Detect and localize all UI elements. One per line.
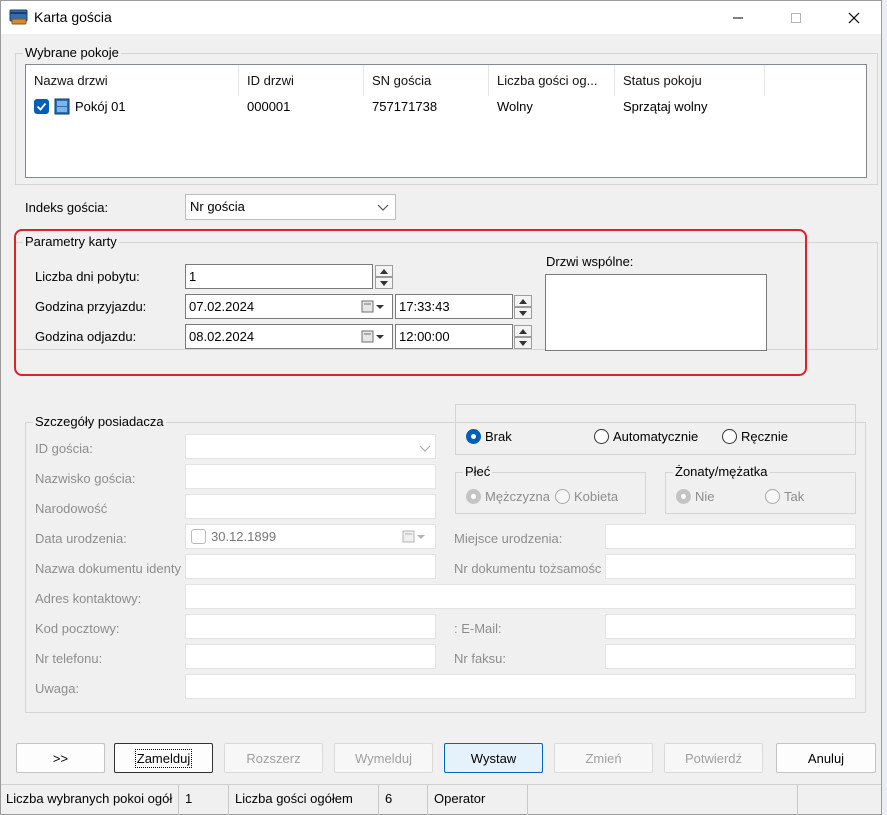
address-label: Adres kontaktowy: (35, 591, 142, 606)
cell-door-id: 000001 (247, 99, 291, 114)
nationality-label: Narodowość (35, 501, 108, 516)
window-title: Karta gościa (34, 9, 112, 25)
rooms-list-header: Nazwa drzwi ID drzwi SN gościa Liczba go… (26, 65, 866, 96)
guest-id-select (185, 434, 436, 459)
close-button[interactable] (831, 1, 877, 34)
guest-index-label: Indeks gościa: (25, 200, 109, 215)
note-label: Uwaga: (35, 681, 80, 696)
doc-name-input (185, 554, 436, 579)
row-checkbox[interactable] (34, 99, 49, 114)
cancel-button[interactable]: Anuluj (776, 743, 876, 773)
surname-input (185, 464, 436, 489)
guest-index-select[interactable]: Nr gościa (185, 194, 396, 220)
door-icon (54, 98, 70, 115)
mode-radio-none[interactable] (466, 429, 481, 444)
more-button[interactable]: >> (16, 743, 105, 773)
birth-date-checkbox (191, 529, 206, 544)
cell-guest-sn: 757171738 (372, 99, 438, 114)
change-button: Zmień (554, 743, 653, 773)
column-header-guest-sn[interactable]: SN gościa (364, 65, 489, 96)
status-total-guests-label: Liczba gości ogółem (229, 785, 379, 815)
postal-code-label: Kod pocztowy: (35, 621, 120, 636)
address-input (185, 584, 856, 609)
gender-title: Płeć (463, 464, 493, 479)
birth-date-value: 30.12.1899 (211, 529, 277, 544)
status-total-guests-value: 6 (379, 785, 428, 815)
status-selected-rooms-label: Liczba wybranych pokoi ogół (1, 785, 179, 815)
birth-place-input (605, 524, 856, 549)
cell-guest-count: Wolny (497, 99, 533, 114)
gender-radio-male (466, 489, 481, 504)
birth-date-picker: 30.12.1899 (185, 524, 436, 549)
checkin-button[interactable]: Zamelduj (114, 743, 213, 773)
married-no-label: Nie (695, 489, 715, 504)
phone-label: Nr telefonu: (35, 651, 103, 666)
column-header-door-id[interactable]: ID drzwi (239, 65, 364, 96)
gender-female-label: Kobieta (574, 489, 619, 504)
married-yes-label: Tak (784, 489, 805, 504)
maximize-icon (791, 12, 801, 23)
mode-auto-label[interactable]: Automatycznie (613, 429, 698, 444)
checkin-button-label: Zamelduj (134, 748, 193, 768)
background-app-edge (882, 0, 887, 815)
fax-label: Nr faksu: (454, 651, 507, 666)
note-input (185, 674, 856, 699)
doc-name-label: Nazwa dokumentu identy (35, 561, 181, 576)
selected-rooms-title: Wybrane pokoje (23, 45, 121, 60)
title-bar: Karta gościa (1, 1, 881, 34)
calendar-dropdown-icon (402, 530, 425, 543)
birth-place-label: Miejsce urodzenia: (454, 531, 563, 546)
married-radio-yes (765, 489, 780, 504)
gender-radio-female (555, 489, 570, 504)
holder-details-title: Szczegóły posiadacza (33, 414, 166, 429)
chevron-down-icon (377, 204, 389, 211)
doc-number-input (605, 554, 856, 579)
birth-date-label: Data urodzenia: (35, 531, 127, 546)
extend-button: Rozszerz (224, 743, 323, 773)
maximize-button (773, 1, 819, 34)
column-header-room-status[interactable]: Status pokoju (615, 65, 765, 96)
email-label: : E-Mail: (454, 621, 502, 636)
mode-none-label[interactable]: Brak (485, 429, 512, 444)
status-operator-value (528, 785, 798, 815)
surname-label: Nazwisko gościa: (35, 471, 136, 486)
postal-code-input (185, 614, 436, 639)
guest-card-dialog: Karta gościa Wybrane pokoje Nazwa drzwi … (0, 0, 882, 815)
column-header-door-name[interactable]: Nazwa drzwi (26, 65, 239, 96)
fax-input (605, 644, 856, 669)
gender-male-label: Mężczyzna (485, 489, 551, 504)
doc-number-label: Nr dokumentu tożsamośc (454, 561, 602, 576)
status-bar: Liczba wybranych pokoi ogół 1 Liczba goś… (1, 784, 881, 815)
minimize-button[interactable] (715, 1, 761, 34)
guest-index-value: Nr gościa (190, 199, 245, 214)
mode-radio-auto[interactable] (594, 429, 609, 444)
minimize-icon (733, 17, 743, 18)
guest-id-label: ID gościa: (35, 441, 93, 456)
married-radio-no (676, 489, 691, 504)
issue-card-button[interactable]: Wystaw (444, 743, 543, 773)
cell-room-status: Sprzątaj wolny (623, 99, 708, 114)
mode-radio-manual[interactable] (722, 429, 737, 444)
confirm-button: Potwierdź (664, 743, 763, 773)
cell-door-name: Pokój 01 (75, 99, 126, 114)
rooms-list[interactable]: Nazwa drzwi ID drzwi SN gościa Liczba go… (25, 64, 867, 178)
email-input (605, 614, 856, 639)
married-title: Żonaty/mężatka (673, 464, 770, 479)
status-selected-rooms-value: 1 (179, 785, 229, 815)
checkout-button: Wymelduj (334, 743, 433, 773)
chevron-down-icon (419, 445, 431, 452)
phone-input (185, 644, 436, 669)
column-header-guest-count[interactable]: Liczba gości og... (489, 65, 615, 96)
nationality-input (185, 494, 436, 519)
mode-manual-label[interactable]: Ręcznie (741, 429, 788, 444)
key-card-app-icon (9, 9, 28, 25)
status-operator-label: Operator (428, 785, 528, 815)
close-icon (848, 12, 860, 23)
highlight-annotation (14, 229, 807, 376)
check-icon (36, 102, 47, 111)
